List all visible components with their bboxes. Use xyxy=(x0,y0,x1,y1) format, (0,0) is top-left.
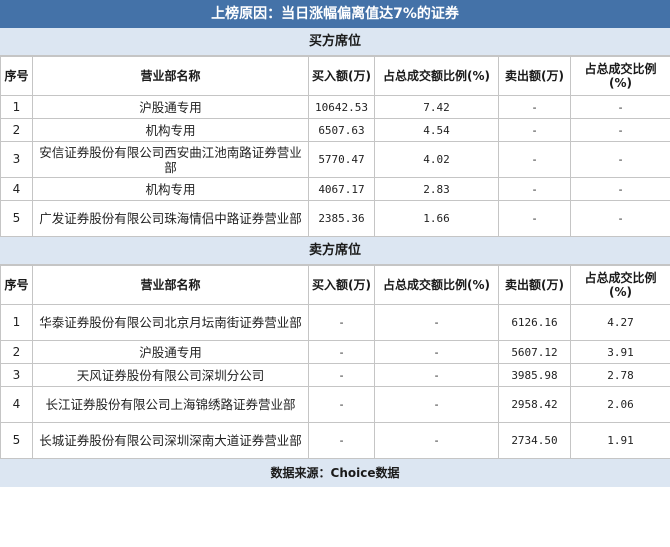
buy-amount: 2385.36 xyxy=(308,200,375,237)
sell-pct: 3.91 xyxy=(570,340,670,364)
col-header-sell-pct: 占总成交比例(%) xyxy=(570,265,670,305)
buy-pct: 4.02 xyxy=(374,141,499,178)
branch-name: 安信证券股份有限公司西安曲江池南路证券营业部 xyxy=(32,141,309,178)
row-no: 1 xyxy=(0,95,33,119)
sell-amount: - xyxy=(498,118,571,142)
sell-pct: 2.06 xyxy=(570,386,670,423)
buy-amount: 10642.53 xyxy=(308,95,375,119)
buy-pct: 2.83 xyxy=(374,177,499,201)
buy-table: 序号 营业部名称 买入额(万) 占总成交额比例(%) 卖出额(万) 占总成交比例… xyxy=(0,56,670,237)
sell-amount: - xyxy=(498,200,571,237)
row-no: 2 xyxy=(0,118,33,142)
branch-name: 长江证券股份有限公司上海锦绣路证券营业部 xyxy=(32,386,309,423)
col-header-buy: 买入额(万) xyxy=(308,265,375,305)
row-no: 3 xyxy=(0,141,33,178)
table-row: 2 沪股通专用 - - 5607.12 3.91 xyxy=(0,340,670,364)
buy-amount: - xyxy=(308,363,375,387)
sell-pct: - xyxy=(570,95,670,119)
row-no: 1 xyxy=(0,304,33,341)
branch-name: 机构专用 xyxy=(32,118,309,142)
col-header-sell: 卖出额(万) xyxy=(498,56,571,96)
table-row: 5 广发证券股份有限公司珠海情侣中路证券营业部 2385.36 1.66 - - xyxy=(0,200,670,237)
row-no: 4 xyxy=(0,177,33,201)
sell-amount: 6126.16 xyxy=(498,304,571,341)
row-no: 4 xyxy=(0,386,33,423)
buy-pct: - xyxy=(374,340,499,364)
buy-pct: - xyxy=(374,422,499,459)
col-header-name: 营业部名称 xyxy=(32,56,309,96)
col-header-buy-pct: 占总成交额比例(%) xyxy=(374,56,499,96)
buy-pct: - xyxy=(374,363,499,387)
row-no: 5 xyxy=(0,200,33,237)
sell-pct: 4.27 xyxy=(570,304,670,341)
branch-name: 沪股通专用 xyxy=(32,340,309,364)
sell-pct: - xyxy=(570,118,670,142)
buy-pct: 1.66 xyxy=(374,200,499,237)
buy-pct: - xyxy=(374,386,499,423)
sell-pct: 1.91 xyxy=(570,422,670,459)
table-row: 1 沪股通专用 10642.53 7.42 - - xyxy=(0,95,670,119)
branch-name: 广发证券股份有限公司珠海情侣中路证券营业部 xyxy=(32,200,309,237)
branch-name: 沪股通专用 xyxy=(32,95,309,119)
buy-pct: - xyxy=(374,304,499,341)
lhb-table-container: 上榜原因：当日涨幅偏离值达7%的证券 买方席位 序号 营业部名称 买入额(万) … xyxy=(0,0,670,487)
table-row: 4 机构专用 4067.17 2.83 - - xyxy=(0,177,670,201)
branch-name: 天风证券股份有限公司深圳分公司 xyxy=(32,363,309,387)
branch-name: 机构专用 xyxy=(32,177,309,201)
col-header-buy-pct: 占总成交额比例(%) xyxy=(374,265,499,305)
sell-amount: - xyxy=(498,141,571,178)
buy-pct: 4.54 xyxy=(374,118,499,142)
buy-amount: 4067.17 xyxy=(308,177,375,201)
buy-amount: - xyxy=(308,422,375,459)
branch-name: 华泰证券股份有限公司北京月坛南街证券营业部 xyxy=(32,304,309,341)
col-header-sell-pct: 占总成交比例(%) xyxy=(570,56,670,96)
sell-amount: 5607.12 xyxy=(498,340,571,364)
table-row: 3 天风证券股份有限公司深圳分公司 - - 3985.98 2.78 xyxy=(0,363,670,387)
row-no: 3 xyxy=(0,363,33,387)
buy-pct: 7.42 xyxy=(374,95,499,119)
buy-amount: 5770.47 xyxy=(308,141,375,178)
sell-amount: 2958.42 xyxy=(498,386,571,423)
sell-pct: - xyxy=(570,200,670,237)
sell-table-header-row: 序号 营业部名称 买入额(万) 占总成交额比例(%) 卖出额(万) 占总成交比例… xyxy=(0,265,670,305)
buy-section-header: 买方席位 xyxy=(0,28,670,56)
col-header-buy: 买入额(万) xyxy=(308,56,375,96)
table-row: 2 机构专用 6507.63 4.54 - - xyxy=(0,118,670,142)
col-header-sell: 卖出额(万) xyxy=(498,265,571,305)
buy-amount: - xyxy=(308,340,375,364)
table-row: 1 华泰证券股份有限公司北京月坛南街证券营业部 - - 6126.16 4.27 xyxy=(0,304,670,341)
sell-table: 序号 营业部名称 买入额(万) 占总成交额比例(%) 卖出额(万) 占总成交比例… xyxy=(0,265,670,459)
table-row: 5 长城证券股份有限公司深圳深南大道证券营业部 - - 2734.50 1.91 xyxy=(0,422,670,459)
sell-pct: 2.78 xyxy=(570,363,670,387)
table-row: 3 安信证券股份有限公司西安曲江池南路证券营业部 5770.47 4.02 - … xyxy=(0,141,670,178)
sell-section-header: 卖方席位 xyxy=(0,237,670,265)
col-header-no: 序号 xyxy=(0,56,33,96)
row-no: 5 xyxy=(0,422,33,459)
buy-amount: 6507.63 xyxy=(308,118,375,142)
branch-name: 长城证券股份有限公司深圳深南大道证券营业部 xyxy=(32,422,309,459)
table-title: 上榜原因：当日涨幅偏离值达7%的证券 xyxy=(0,0,670,28)
col-header-no: 序号 xyxy=(0,265,33,305)
sell-amount: - xyxy=(498,95,571,119)
data-source-footer: 数据来源：Choice数据 xyxy=(0,459,670,487)
col-header-name: 营业部名称 xyxy=(32,265,309,305)
sell-amount: - xyxy=(498,177,571,201)
buy-amount: - xyxy=(308,304,375,341)
buy-amount: - xyxy=(308,386,375,423)
sell-amount: 3985.98 xyxy=(498,363,571,387)
sell-amount: 2734.50 xyxy=(498,422,571,459)
sell-pct: - xyxy=(570,141,670,178)
sell-pct: - xyxy=(570,177,670,201)
table-row: 4 长江证券股份有限公司上海锦绣路证券营业部 - - 2958.42 2.06 xyxy=(0,386,670,423)
buy-table-header-row: 序号 营业部名称 买入额(万) 占总成交额比例(%) 卖出额(万) 占总成交比例… xyxy=(0,56,670,96)
row-no: 2 xyxy=(0,340,33,364)
